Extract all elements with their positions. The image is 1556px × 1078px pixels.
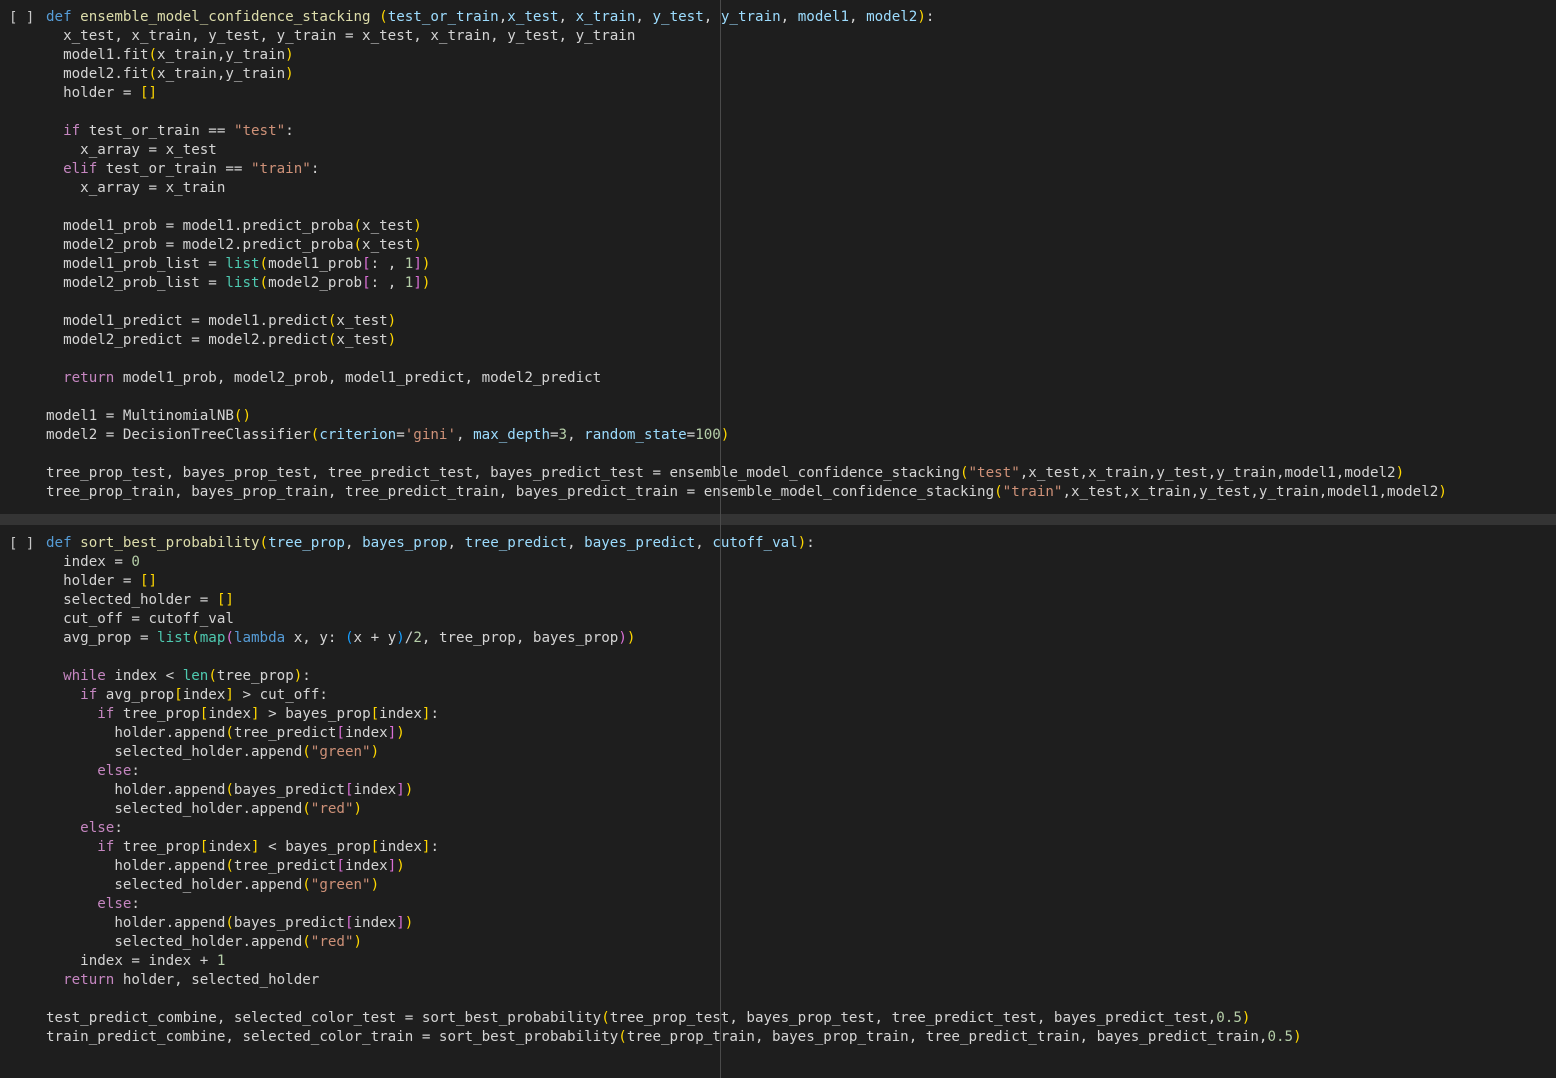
column-ruler	[720, 0, 721, 1078]
code-line[interactable]: if tree_prop[index] < bayes_prop[index]:	[46, 838, 1302, 857]
code-line[interactable]: model2_predict = model2.predict(x_test)	[46, 331, 1447, 350]
code-line[interactable]: model1_predict = model1.predict(x_test)	[46, 312, 1447, 331]
code-line[interactable]: tree_prop_train, bayes_prop_train, tree_…	[46, 483, 1447, 502]
code-line[interactable]: holder = []	[46, 84, 1447, 103]
code-line[interactable]: model1.fit(x_train,y_train)	[46, 46, 1447, 65]
code-line[interactable]: if avg_prop[index] > cut_off:	[46, 686, 1302, 705]
code-line[interactable]: test_predict_combine, selected_color_tes…	[46, 1009, 1302, 1028]
code-cell-sort-best-probability[interactable]: [ ] def sort_best_probability(tree_prop,…	[0, 534, 1556, 1074]
code-line[interactable]: if tree_prop[index] > bayes_prop[index]:	[46, 705, 1302, 724]
code-line[interactable]	[46, 103, 1447, 122]
code-line[interactable]	[46, 293, 1447, 312]
code-line[interactable]: holder = []	[46, 572, 1302, 591]
code-line[interactable]: selected_holder.append("green")	[46, 876, 1302, 895]
code-line[interactable]: index = 0	[46, 553, 1302, 572]
code-line[interactable]: def sort_best_probability(tree_prop, bay…	[46, 534, 1302, 553]
code-line[interactable]	[46, 388, 1447, 407]
cell-divider	[0, 514, 1556, 525]
code-line[interactable]: return model1_prob, model2_prob, model1_…	[46, 369, 1447, 388]
code-line[interactable]: def ensemble_model_confidence_stacking (…	[46, 8, 1447, 27]
code-line[interactable]: selected_holder.append("red")	[46, 933, 1302, 952]
code-line[interactable]: model1 = MultinomialNB()	[46, 407, 1447, 426]
code-line[interactable]: if test_or_train == "test":	[46, 122, 1447, 141]
code-line[interactable]: x_array = x_train	[46, 179, 1447, 198]
code-line[interactable]	[46, 648, 1302, 667]
code-line[interactable]: holder.append(tree_predict[index])	[46, 724, 1302, 743]
code-line[interactable]: selected_holder = []	[46, 591, 1302, 610]
code-line[interactable]: model1_prob = model1.predict_proba(x_tes…	[46, 217, 1447, 236]
code-line[interactable]: holder.append(bayes_predict[index])	[46, 781, 1302, 800]
code-line[interactable]: else:	[46, 762, 1302, 781]
code-line[interactable]: holder.append(bayes_predict[index])	[46, 914, 1302, 933]
code-line[interactable]: cut_off = cutoff_val	[46, 610, 1302, 629]
code-line[interactable]: x_array = x_test	[46, 141, 1447, 160]
code-line[interactable]: selected_holder.append("red")	[46, 800, 1302, 819]
code-line[interactable]: elif test_or_train == "train":	[46, 160, 1447, 179]
code-line[interactable]: model1_prob_list = list(model1_prob[: , …	[46, 255, 1447, 274]
code-line[interactable]: holder.append(tree_predict[index])	[46, 857, 1302, 876]
code-line[interactable]: model2.fit(x_train,y_train)	[46, 65, 1447, 84]
code-line[interactable]: return holder, selected_holder	[46, 971, 1302, 990]
code-line[interactable]: else:	[46, 819, 1302, 838]
code-line[interactable]	[46, 990, 1302, 1009]
run-cell-button[interactable]: [ ]	[9, 536, 34, 552]
code-line[interactable]: while index < len(tree_prop):	[46, 667, 1302, 686]
code-cell-ensemble[interactable]: [ ] def ensemble_model_confidence_stacki…	[0, 8, 1556, 513]
code-line[interactable]: index = index + 1	[46, 952, 1302, 971]
run-cell-button[interactable]: [ ]	[9, 10, 34, 26]
code-line[interactable]: x_test, x_train, y_test, y_train = x_tes…	[46, 27, 1447, 46]
code-line[interactable]: else:	[46, 895, 1302, 914]
code-line[interactable]	[46, 198, 1447, 217]
code-line[interactable]: train_predict_combine, selected_color_tr…	[46, 1028, 1302, 1047]
code-line[interactable]	[46, 445, 1447, 464]
code-line[interactable]: tree_prop_test, bayes_prop_test, tree_pr…	[46, 464, 1447, 483]
code-line[interactable]: model2_prob = model2.predict_proba(x_tes…	[46, 236, 1447, 255]
code-line[interactable]: model2_prob_list = list(model2_prob[: , …	[46, 274, 1447, 293]
code-line[interactable]: avg_prop = list(map(lambda x, y: (x + y)…	[46, 629, 1302, 648]
code-editor[interactable]: def sort_best_probability(tree_prop, bay…	[46, 534, 1302, 1047]
code-line[interactable]	[46, 350, 1447, 369]
code-line[interactable]: selected_holder.append("green")	[46, 743, 1302, 762]
code-editor[interactable]: def ensemble_model_confidence_stacking (…	[46, 8, 1447, 502]
code-line[interactable]: model2 = DecisionTreeClassifier(criterio…	[46, 426, 1447, 445]
